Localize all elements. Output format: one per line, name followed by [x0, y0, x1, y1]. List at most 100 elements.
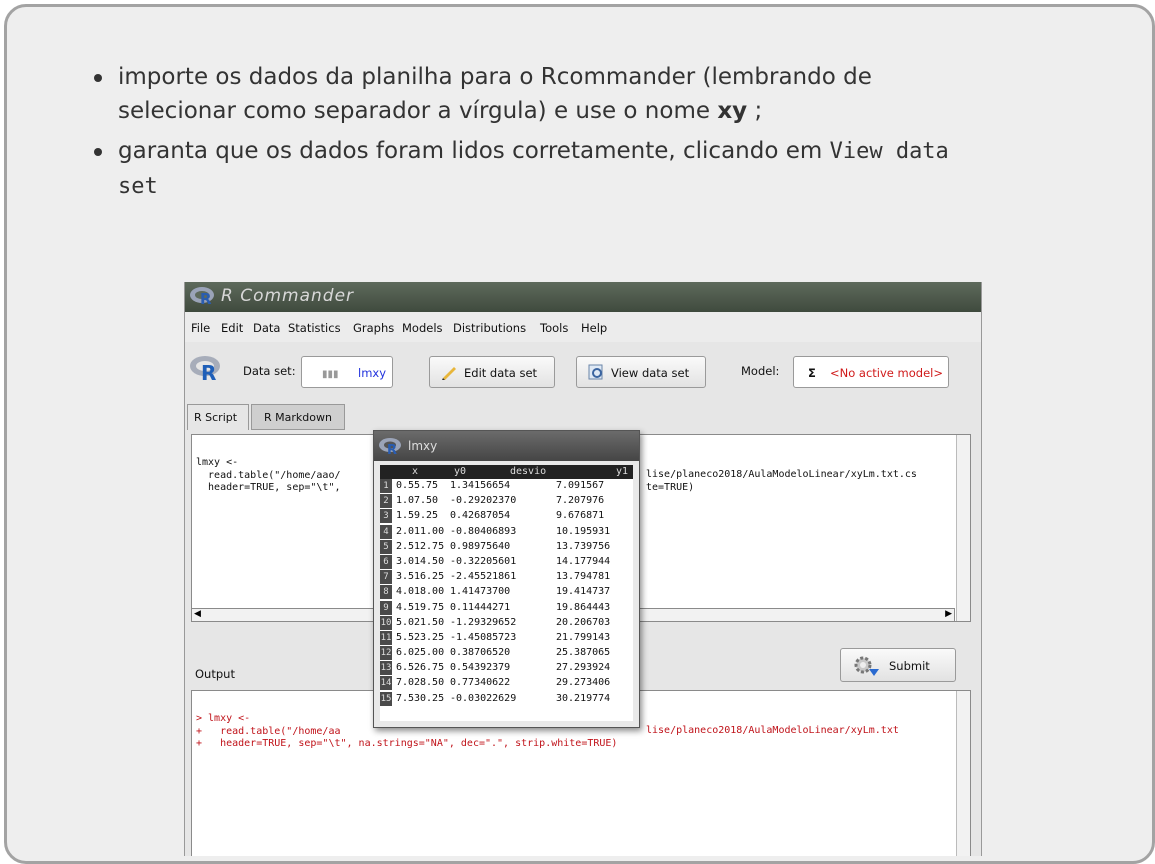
- table-cell: 29.273406: [556, 677, 611, 689]
- table-cell: 10.195931: [556, 525, 611, 537]
- menu-graphs[interactable]: Graphs: [353, 321, 394, 335]
- menu-edit[interactable]: Edit: [221, 321, 243, 335]
- table-row: 2 1.0 7.50 -0.29202370 7.207976: [380, 494, 633, 509]
- table-cell: 9.676871: [556, 510, 605, 522]
- table-cell: 7.207976: [556, 495, 605, 507]
- scroll-right-icon[interactable]: ▶: [945, 609, 952, 619]
- menu-distributions[interactable]: Distributions: [453, 321, 526, 335]
- bullet-dot: [94, 148, 102, 156]
- table-cell: 0.5: [396, 480, 415, 491]
- table-row: 4 2.0 11.00 -0.80406893 10.195931: [380, 524, 633, 540]
- model-selector-button[interactable]: Σ <No active model>: [793, 356, 949, 388]
- script-vertical-scrollbar[interactable]: [956, 435, 970, 621]
- table-cell: 19.75: [414, 601, 445, 613]
- window-titlebar: R R Commander: [185, 282, 981, 312]
- row-index: 8: [380, 585, 392, 600]
- table-cell: 13.794781: [556, 571, 611, 583]
- r-logo-icon: R: [189, 285, 217, 312]
- menu-data[interactable]: Data: [253, 321, 280, 335]
- row-index: 2: [380, 494, 392, 509]
- table-row: 5 2.5 12.75 0.98975640 13.739756: [380, 539, 633, 555]
- scroll-left-icon[interactable]: ◀: [194, 609, 201, 619]
- svg-text:R: R: [387, 443, 397, 456]
- table-cell: 5.0: [396, 616, 415, 628]
- table-row: 11 5.5 23.25 -1.45085723 21.799143: [380, 630, 633, 646]
- pencil-icon: [440, 363, 458, 384]
- svg-text:R: R: [201, 361, 216, 382]
- table-row: 9 4.5 19.75 0.11444271 19.864443: [380, 600, 633, 616]
- dataset-name-bold: xy: [717, 98, 748, 124]
- table-cell: 1.34156654: [450, 480, 511, 491]
- table-cell: 19.864443: [556, 601, 611, 613]
- view-data-set-button[interactable]: View data set: [576, 356, 706, 388]
- table-row: 7 3.5 16.25 -2.45521861 13.794781: [380, 570, 633, 585]
- instruction-list: importe os dados da planilha para o Rcom…: [88, 60, 1118, 210]
- menu-statistics[interactable]: Statistics: [288, 321, 341, 335]
- table-cell: 28.50: [414, 677, 445, 689]
- table-cell: 21.799143: [556, 631, 611, 643]
- output-vertical-scrollbar[interactable]: [956, 691, 970, 856]
- rcommander-screenshot: R R Commander File Edit Data Statistics …: [184, 282, 982, 856]
- inline-code: set: [118, 174, 158, 199]
- output-line: + read.table("/home/aa: [196, 725, 341, 737]
- table-cell: 27.293924: [556, 662, 611, 674]
- data-viewer-titlebar: R lmxy: [374, 431, 639, 461]
- table-cell: 1.41473700: [450, 586, 511, 598]
- menu-models[interactable]: Models: [402, 321, 443, 335]
- script-line: te=TRUE): [646, 481, 695, 493]
- table-cell: -1.45085723: [450, 631, 517, 643]
- row-index: 6: [380, 554, 392, 569]
- row-index: 9: [380, 600, 392, 615]
- table-cell: 14.50: [414, 555, 445, 567]
- table-cell: 18.00: [414, 586, 445, 598]
- table-row: 14 7.0 28.50 0.77340622 29.273406: [380, 676, 633, 691]
- table-cell: 7.50: [414, 495, 439, 507]
- table-cell: 13.739756: [556, 540, 611, 552]
- instruction-text: ;: [747, 98, 763, 124]
- table-cell: 0.54392379: [450, 662, 511, 674]
- data-viewer-table: 1 0.5 5.75 1.34156654 7.091567 2 1.0 7.50 -0.292…: [380, 479, 633, 721]
- table-cell: 6.5: [396, 662, 415, 674]
- table-cell: 16.25: [414, 571, 445, 583]
- tab-r-markdown[interactable]: R Markdown: [251, 404, 345, 430]
- menu-file[interactable]: File: [191, 321, 210, 335]
- table-cell: 30.219774: [556, 692, 611, 704]
- script-line: header=TRUE, sep="\t",: [196, 482, 341, 493]
- view-data-set-label: View data set: [611, 366, 690, 380]
- output-label: Output: [195, 667, 235, 681]
- table-cell: -0.32205601: [450, 555, 517, 567]
- dataset-label: Data set:: [243, 364, 296, 378]
- row-index: 12: [380, 646, 392, 661]
- data-viewer-window: R lmxy x y0 desvio y1 1 0.5 5.75 1.34156654…: [373, 430, 640, 728]
- instruction-text: garanta que os dados foram lidos correta…: [118, 138, 830, 164]
- row-index: 14: [380, 676, 392, 691]
- window-title: R Commander: [221, 286, 355, 306]
- tab-r-markdown-label: R Markdown: [264, 411, 332, 424]
- table-cell: 0.77340622: [450, 677, 511, 689]
- table-cell: 20.206703: [556, 616, 611, 628]
- row-index: 3: [380, 509, 392, 524]
- edit-data-set-button[interactable]: Edit data set: [429, 356, 555, 388]
- menu-tools[interactable]: Tools: [540, 321, 568, 335]
- table-cell: 7.0: [396, 677, 415, 689]
- submit-button[interactable]: Submit: [840, 648, 956, 682]
- table-cell: 12.75: [414, 540, 445, 552]
- table-cell: 0.42687054: [450, 510, 511, 522]
- table-cell: 4.0: [396, 586, 415, 598]
- inline-code: View data: [829, 139, 949, 164]
- menu-help[interactable]: Help: [581, 321, 607, 335]
- table-row: 15 7.5 30.25 -0.03022629 30.219774: [380, 691, 633, 707]
- data-viewer-title: lmxy: [408, 439, 438, 453]
- output-line: > lmxy <-: [196, 713, 251, 724]
- table-cell: 2.0: [396, 525, 415, 537]
- svg-text:R: R: [200, 290, 212, 307]
- table-cell: 5.5: [396, 631, 415, 643]
- column-header: y1: [616, 466, 629, 477]
- dataset-selector-button[interactable]: ▮▮▮ lmxy: [301, 356, 393, 388]
- table-cell: 7.091567: [556, 480, 605, 491]
- row-index: 7: [380, 570, 392, 585]
- menu-bar: File Edit Data Statistics Graphs Models …: [185, 312, 981, 342]
- table-row: 3 1.5 9.25 0.42687054 9.676871: [380, 509, 633, 524]
- table-cell: 26.75: [414, 662, 445, 674]
- tab-r-script[interactable]: R Script: [187, 404, 249, 430]
